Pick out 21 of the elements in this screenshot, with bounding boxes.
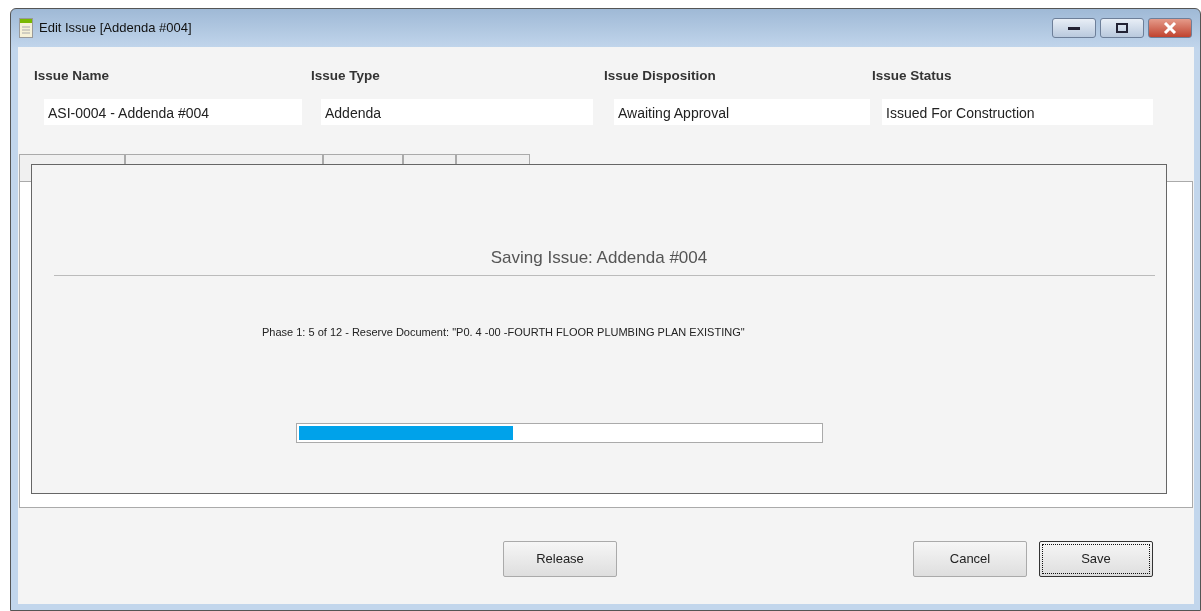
text-field[interactable]: ASI-0004 - Addenda #004 <box>44 99 302 125</box>
dialog-button[interactable]: Release <box>503 541 617 577</box>
text-field[interactable]: Issued For Construction <box>882 99 1153 125</box>
close-icon <box>1163 22 1177 34</box>
maximize-icon <box>1115 22 1129 34</box>
field-label: Issue Status <box>872 67 952 85</box>
minimize-button[interactable] <box>1052 18 1096 38</box>
dialog-button[interactable]: Save <box>1039 541 1153 577</box>
field-label: Issue Disposition <box>604 67 716 85</box>
text-field[interactable]: Awaiting Approval <box>614 99 870 125</box>
dialog-title: Saving Issue: Addenda #004 <box>489 247 709 269</box>
minimize-icon <box>1067 25 1081 31</box>
text-field[interactable]: Addenda <box>321 99 593 125</box>
progress-message: Phase 1: 5 of 12 - Reserve Document: "P0. 4 -00 -FOURTH FLOOR PLUMBING PLAN EXISTING" <box>262 324 746 340</box>
window-title: Edit Issue [Addenda #004] <box>39 19 192 38</box>
document-icon <box>19 18 33 38</box>
field-label: Issue Name <box>34 67 110 85</box>
close-button[interactable] <box>1148 18 1192 38</box>
dialog-button[interactable]: Cancel <box>913 541 1027 577</box>
maximize-button[interactable] <box>1100 18 1144 38</box>
field-label: Issue Type <box>311 67 380 85</box>
